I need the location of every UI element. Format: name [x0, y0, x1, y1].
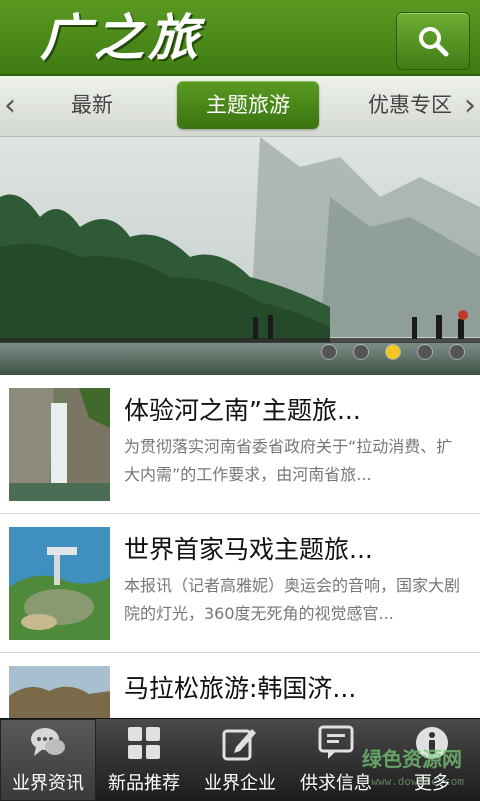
list-item[interactable]: 体验河之南”主题旅... 为贯彻落实河南省委省政府关于“拉动消费、扩大内需”的工…	[0, 375, 480, 514]
waterfall-thumbnail	[9, 388, 110, 501]
carousel-dot[interactable]	[322, 345, 336, 359]
carousel-dot[interactable]	[418, 345, 432, 359]
search-button[interactable]	[396, 12, 470, 70]
banner-carousel[interactable]	[0, 137, 480, 375]
message-icon	[318, 725, 354, 759]
app-logo: 广之旅	[40, 8, 202, 67]
tabs-next-arrow-icon[interactable]: ›	[460, 76, 480, 136]
list-item[interactable]: 世界首家马戏主题旅... 本报讯（记者高雅妮）奥运会的音响，国家大剧院的灯光，3…	[0, 514, 480, 653]
banner-image	[0, 137, 480, 375]
category-tabs: ‹ 最新 主题旅游 优惠专区 ›	[0, 76, 480, 137]
app-header: 广之旅	[0, 0, 480, 76]
park-aerial-thumbnail	[9, 527, 110, 640]
carousel-dot[interactable]	[354, 345, 368, 359]
bottom-navigation: 业界资讯 新品推荐 业界企业 供求信息 更多 绿色资源网 www.downcc.…	[0, 718, 480, 801]
nav-industry-news[interactable]: 业界资讯	[0, 719, 96, 801]
nav-label: 新品推荐	[108, 773, 180, 794]
edit-icon	[222, 729, 256, 761]
news-title: 世界首家马戏主题旅...	[124, 535, 373, 564]
news-title: 体验河之南”主题旅...	[124, 396, 361, 425]
nav-label: 供求信息	[300, 773, 372, 794]
chat-bubbles-icon	[31, 728, 65, 756]
news-summary: 为贯彻落实河南省委省政府关于“拉动消费、扩大内需”的工作要求，由河南省旅...	[124, 437, 453, 484]
tab-theme-travel[interactable]: 主题旅游	[177, 81, 319, 129]
grid-icon	[128, 727, 160, 759]
nav-industry-companies[interactable]: 业界企业	[192, 719, 288, 801]
carousel-indicator	[322, 345, 472, 365]
nav-label: 业界企业	[204, 773, 276, 794]
carousel-dot[interactable]	[450, 345, 464, 359]
news-summary: 本报讯（记者高雅妮）奥运会的音响，国家大剧院的灯光，360度无死角的视觉感官..…	[124, 576, 461, 623]
search-icon	[419, 27, 449, 57]
tab-discounts[interactable]: 优惠专区	[352, 81, 468, 129]
nav-label: 业界资讯	[12, 773, 84, 794]
watermark-url: www.downcc.com	[371, 775, 464, 788]
news-title: 马拉松旅游:韩国济...	[124, 674, 357, 703]
tabs-prev-arrow-icon[interactable]: ‹	[0, 76, 20, 136]
watermark: 绿色资源网	[362, 747, 462, 771]
tab-latest[interactable]: 最新	[40, 81, 144, 129]
nav-new-products[interactable]: 新品推荐	[96, 719, 192, 801]
carousel-dot-active[interactable]	[386, 345, 400, 359]
